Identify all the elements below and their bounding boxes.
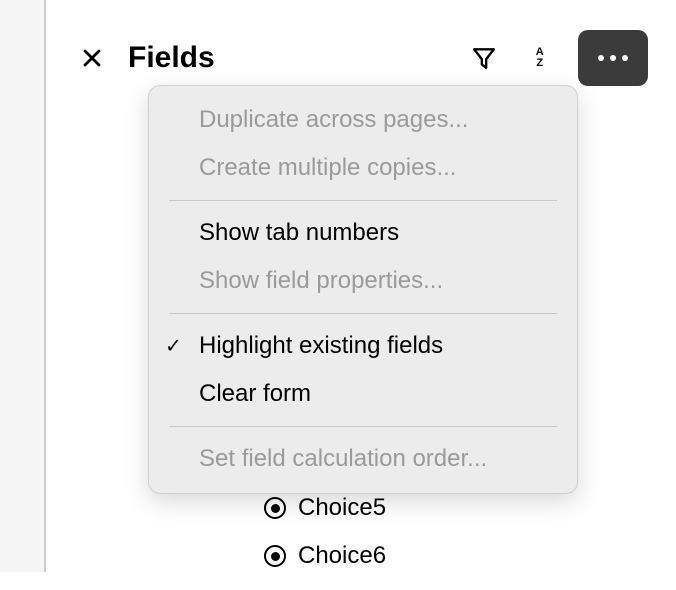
close-button[interactable]	[74, 40, 110, 76]
menu-label: Create multiple copies...	[199, 154, 456, 181]
menu-show-field-properties: Show field properties...	[149, 257, 577, 305]
menu-label: Show field properties...	[199, 267, 443, 294]
menu-set-calculation-order: Set field calculation order...	[149, 435, 577, 483]
filter-icon	[471, 45, 497, 71]
menu-label: Highlight existing fields	[199, 332, 443, 359]
menu-label: Show tab numbers	[199, 219, 399, 246]
menu-label: Duplicate across pages...	[199, 106, 468, 133]
page-divider	[0, 0, 46, 572]
check-icon: ✓	[165, 334, 182, 359]
menu-clear-form[interactable]: Clear form	[149, 370, 577, 418]
menu-show-tab-numbers[interactable]: Show tab numbers	[149, 209, 577, 257]
menu-create-multiple-copies: Create multiple copies...	[149, 144, 577, 192]
panel-header: Fields AZ	[74, 30, 648, 86]
radio-icon	[264, 545, 286, 567]
field-label: Choice6	[298, 542, 386, 570]
close-icon	[82, 48, 102, 68]
more-icon	[598, 55, 628, 61]
menu-label: Set field calculation order...	[199, 445, 487, 472]
menu-separator	[169, 200, 557, 201]
menu-separator	[169, 426, 557, 427]
menu-separator	[169, 313, 557, 314]
radio-icon	[264, 497, 286, 519]
menu-highlight-existing-fields[interactable]: ✓ Highlight existing fields	[149, 322, 577, 370]
context-menu: Duplicate across pages... Create multipl…	[148, 85, 578, 494]
list-item[interactable]: Choice5	[264, 494, 386, 522]
header-actions: AZ	[466, 30, 648, 86]
more-options-button[interactable]	[578, 30, 648, 86]
filter-button[interactable]	[466, 40, 502, 76]
menu-duplicate-across-pages: Duplicate across pages...	[149, 96, 577, 144]
sort-button[interactable]: AZ	[522, 40, 558, 76]
list-item[interactable]: Choice6	[264, 542, 386, 570]
menu-label: Clear form	[199, 380, 311, 407]
sort-az-icon: AZ	[536, 47, 544, 69]
panel-title: Fields	[128, 41, 448, 75]
field-label: Choice5	[298, 494, 386, 522]
field-list: Choice5 Choice6	[264, 494, 386, 590]
